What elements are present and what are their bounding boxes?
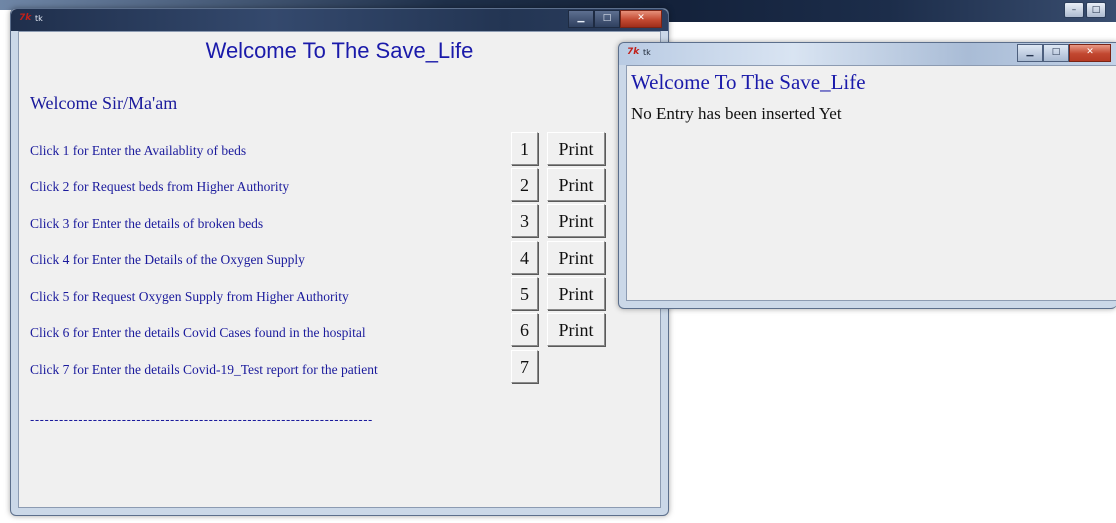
menu-label-4: Click 4 for Enter the Details of the Oxy… xyxy=(30,252,305,267)
menu-label-1: Click 1 for Enter the Availablity of bed… xyxy=(30,143,247,158)
welcome-text: Welcome Sir/Ma'am xyxy=(30,93,178,113)
option-1-button[interactable]: 1 xyxy=(511,132,538,165)
maximize-icon[interactable]: □ xyxy=(594,10,620,28)
option-2-button[interactable]: 2 xyxy=(511,168,538,201)
maximize-icon[interactable]: □ xyxy=(1043,44,1069,62)
option-5-button[interactable]: 5 xyxy=(511,277,538,310)
desktop-taskbar-strip: – □ xyxy=(660,0,1116,22)
empty-state-message: No Entry has been inserted Yet xyxy=(631,104,842,123)
main-window-client: Welcome To The Save_Life Welcome Sir/Ma'… xyxy=(18,31,661,508)
popup-window-title: tk xyxy=(643,48,651,57)
minimize-icon[interactable]: ▁ xyxy=(1017,44,1043,62)
main-window-controls: ▁ □ ✕ xyxy=(568,10,662,28)
print-2-button[interactable]: Print xyxy=(547,168,605,201)
print-1-button[interactable]: Print xyxy=(547,132,605,165)
menu-label-2: Click 2 for Request beds from Higher Aut… xyxy=(30,179,290,194)
page-title: Welcome To The Save_Life xyxy=(205,38,474,63)
popup-title: Welcome To The Save_Life xyxy=(631,70,866,94)
main-window-title: tk xyxy=(35,14,43,23)
menu-label-7: Click 7 for Enter the details Covid-19_T… xyxy=(30,362,378,377)
menu-label-5: Click 5 for Request Oxygen Supply from H… xyxy=(30,289,349,304)
maximize-icon[interactable]: □ xyxy=(1086,2,1106,18)
background-window-controls: – □ xyxy=(1064,2,1106,18)
popup-window-client: Welcome To The Save_Life No Entry has be… xyxy=(626,65,1116,301)
menu-label-3: Click 3 for Enter the details of broken … xyxy=(30,216,264,231)
print-3-button[interactable]: Print xyxy=(547,204,605,237)
tk-feather-icon: 7k xyxy=(627,47,640,57)
close-icon[interactable]: ✕ xyxy=(620,10,662,28)
popup-window-controls: ▁ □ ✕ xyxy=(1017,44,1111,62)
print-6-button[interactable]: Print xyxy=(547,313,605,346)
separator-line: ----------------------------------------… xyxy=(30,412,373,427)
minimize-icon[interactable]: – xyxy=(1064,2,1084,18)
main-window: 7k tk ▁ □ ✕ Welcome To The Save_Life Wel… xyxy=(10,8,669,516)
menu-label-6: Click 6 for Enter the details Covid Case… xyxy=(30,325,366,340)
print-4-button[interactable]: Print xyxy=(547,241,605,274)
close-icon[interactable]: ✕ xyxy=(1069,44,1111,62)
popup-window: 7k tk ▁ □ ✕ Welcome To The Save_Life No … xyxy=(618,42,1116,309)
popup-window-titlebar[interactable]: 7k tk ▁ □ ✕ xyxy=(619,43,1116,65)
tk-feather-icon: 7k xyxy=(19,13,32,23)
option-6-button[interactable]: 6 xyxy=(511,313,538,346)
option-3-button[interactable]: 3 xyxy=(511,204,538,237)
minimize-icon[interactable]: ▁ xyxy=(568,10,594,28)
option-4-button[interactable]: 4 xyxy=(511,241,538,274)
option-7-button[interactable]: 7 xyxy=(511,350,538,383)
main-window-titlebar[interactable]: 7k tk ▁ □ ✕ xyxy=(11,9,668,31)
print-5-button[interactable]: Print xyxy=(547,277,605,310)
